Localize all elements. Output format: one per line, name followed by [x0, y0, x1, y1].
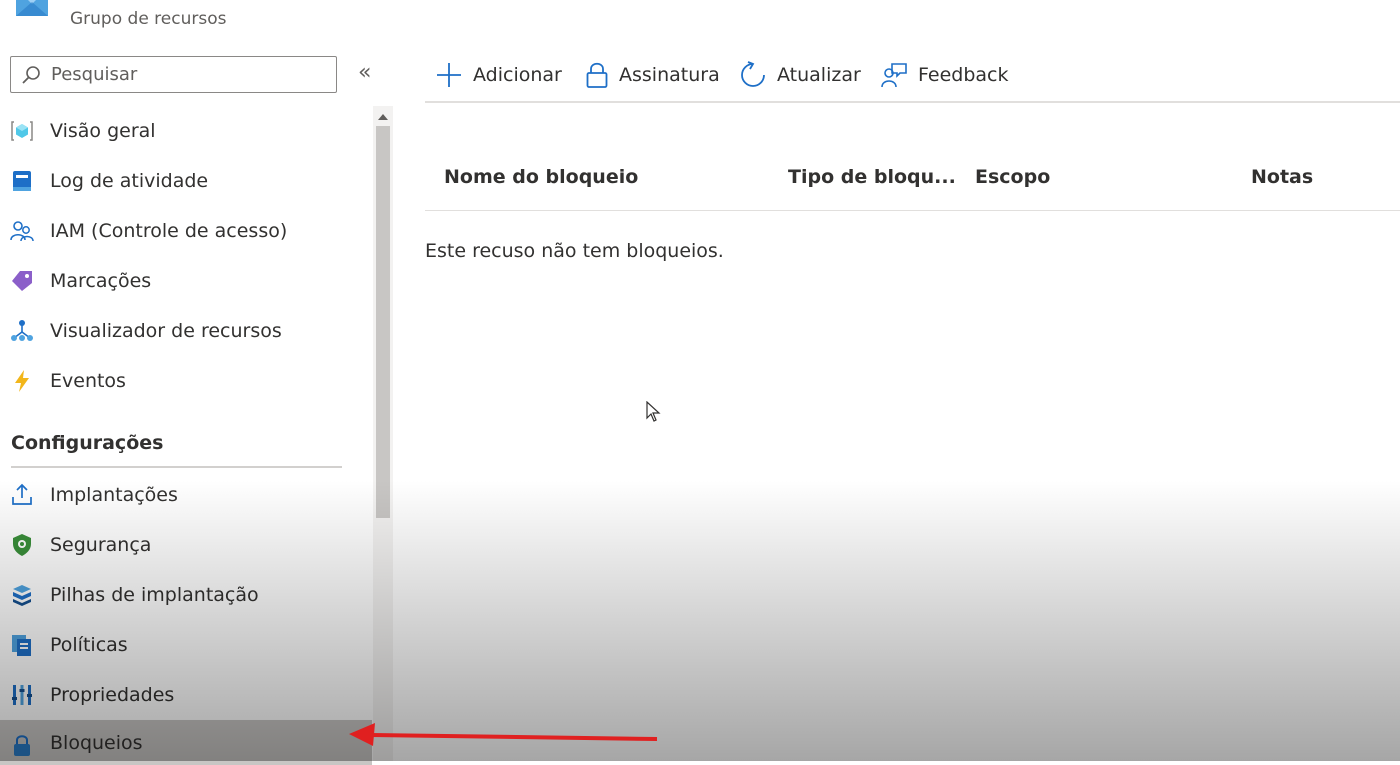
- policy-icon: [12, 635, 31, 656]
- add-button[interactable]: Adicionar: [435, 56, 562, 94]
- plus-icon: [437, 63, 461, 87]
- sidebar-item-deployments[interactable]: Implantações: [0, 470, 372, 520]
- resource-group-icon: [16, 0, 48, 16]
- sidebar-item-deployment-stacks[interactable]: Pilhas de implantação: [0, 570, 372, 620]
- column-header-scope[interactable]: Escopo: [975, 166, 1050, 188]
- sidebar-item-activity-log[interactable]: Log de atividade: [0, 156, 372, 206]
- upload-icon: [12, 483, 32, 505]
- search-icon: [22, 65, 40, 84]
- sidebar-item-label: Políticas: [50, 634, 128, 656]
- toolbar-divider: [425, 101, 1400, 103]
- refresh-button[interactable]: Atualizar: [739, 56, 861, 94]
- sidebar-item-policies[interactable]: Políticas: [0, 620, 372, 670]
- feedback-button[interactable]: Feedback: [880, 56, 1008, 94]
- column-header-lock-name[interactable]: Nome do bloqueio: [444, 166, 638, 188]
- scroll-up-icon[interactable]: [373, 110, 393, 124]
- lock-icon: [586, 62, 608, 88]
- cube-icon: [11, 121, 33, 141]
- sidebar-item-events[interactable]: Eventos: [0, 356, 372, 406]
- sidebar-item-overview[interactable]: Visão geral: [0, 106, 372, 156]
- refresh-icon: [741, 61, 765, 87]
- search-input[interactable]: [49, 63, 323, 86]
- tag-icon: [12, 271, 32, 291]
- lock-icon: [14, 735, 30, 756]
- sidebar-item-resource-visualizer[interactable]: Visualizador de recursos: [0, 306, 372, 356]
- search-box[interactable]: [10, 56, 337, 93]
- sidebar-item-label: Visualizador de recursos: [50, 320, 282, 342]
- scrollbar-thumb[interactable]: [376, 126, 390, 518]
- properties-icon: [12, 685, 32, 705]
- annotation-arrow-icon: [349, 723, 658, 746]
- add-button-label: Adicionar: [473, 64, 562, 86]
- sidebar-item-tags[interactable]: Marcações: [0, 256, 372, 306]
- table-header-divider: [425, 210, 1400, 211]
- sidebar-item-label: Segurança: [50, 534, 152, 556]
- section-divider: [11, 466, 342, 468]
- empty-state-message: Este recuso não tem bloqueios.: [425, 240, 724, 262]
- people-icon: [10, 221, 34, 242]
- sidebar-item-label: Marcações: [50, 270, 152, 292]
- refresh-button-label: Atualizar: [777, 64, 861, 86]
- sidebar-item-iam[interactable]: IAM (Controle de acesso): [0, 206, 372, 256]
- page-header: Grupo de recursos: [0, 0, 1400, 40]
- column-header-lock-type[interactable]: Tipo de bloqu...: [788, 166, 956, 188]
- sidebar-item-label: Bloqueios: [50, 731, 143, 754]
- sidebar: « Visão geral Log de atividade: [0, 40, 395, 765]
- sidebar-scrollbar[interactable]: [373, 106, 393, 761]
- sidebar-item-security[interactable]: Segurança: [0, 520, 372, 570]
- sidebar-item-label: IAM (Controle de acesso): [50, 220, 288, 242]
- feedback-button-label: Feedback: [918, 64, 1009, 86]
- sidebar-item-label: Pilhas de implantação: [50, 584, 259, 606]
- collapse-sidebar-button[interactable]: «: [358, 60, 371, 85]
- sidebar-item-label: Visão geral: [50, 120, 156, 142]
- sidebar-item-label: Implantações: [50, 484, 178, 506]
- hierarchy-icon: [11, 320, 33, 341]
- shield-icon: [13, 534, 31, 556]
- command-bar: Adicionar Assinatura Atualizar Feedback: [425, 56, 1400, 96]
- stack-icon: [13, 585, 31, 606]
- feedback-icon: [881, 63, 907, 88]
- page-subtitle: Grupo de recursos: [70, 9, 227, 29]
- sidebar-item-label: Propriedades: [50, 684, 175, 706]
- section-title-settings: Configurações: [11, 432, 164, 454]
- log-book-icon: [13, 171, 31, 191]
- mouse-cursor-icon: [646, 401, 661, 422]
- column-header-notes[interactable]: Notas: [1251, 166, 1313, 188]
- lightning-icon: [15, 370, 29, 392]
- sidebar-item-label: Eventos: [50, 370, 126, 392]
- sidebar-item-label: Log de atividade: [50, 170, 209, 192]
- subscription-button[interactable]: Assinatura: [585, 56, 720, 94]
- sidebar-item-locks[interactable]: Bloqueios: [0, 720, 372, 765]
- sidebar-item-properties[interactable]: Propriedades: [0, 670, 372, 720]
- subscription-button-label: Assinatura: [619, 64, 720, 86]
